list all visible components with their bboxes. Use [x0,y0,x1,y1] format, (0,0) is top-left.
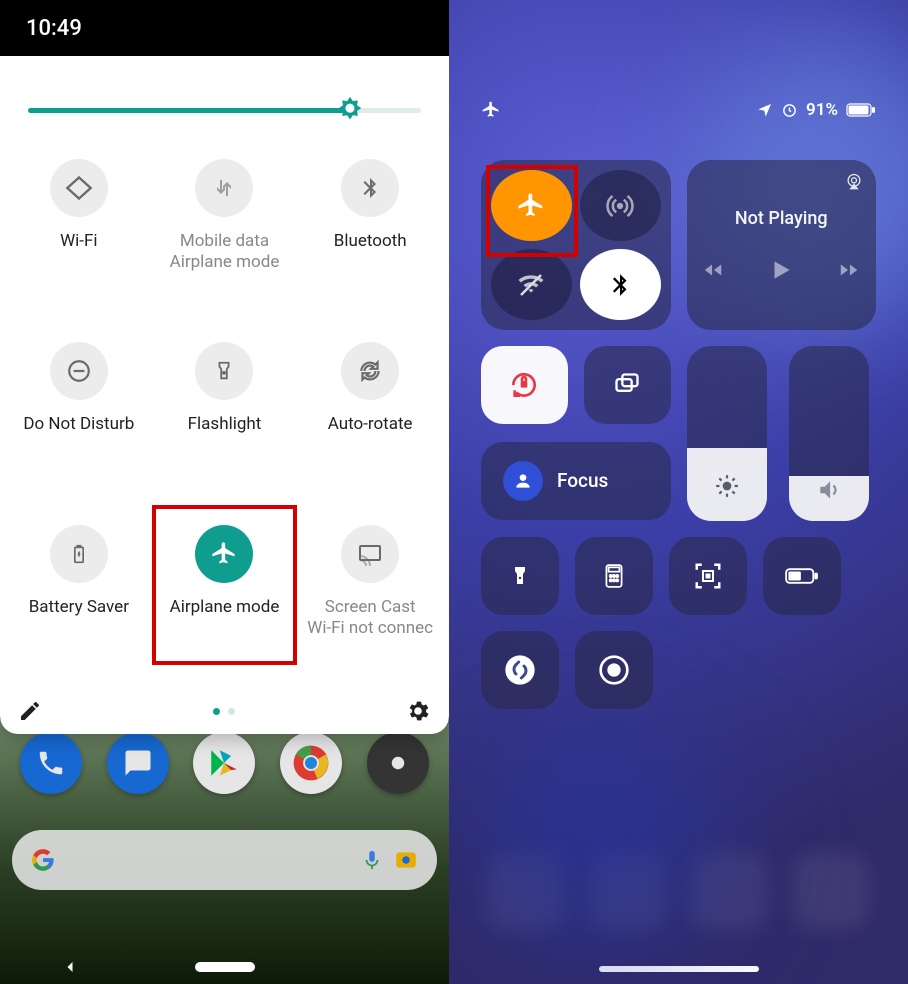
tile-label: Battery Saver [29,597,129,618]
focus-person-icon [513,471,533,491]
flashlight-icon [213,358,235,384]
android-homescreen [0,720,449,984]
cast-icon [356,542,384,566]
volume-slider[interactable] [789,346,869,521]
home-indicator[interactable] [599,966,759,972]
low-power-toggle[interactable] [763,537,841,615]
brightness-slider[interactable] [0,100,449,143]
dnd-tile[interactable]: Do Not Disturb [6,326,152,486]
prev-track-icon[interactable] [702,259,724,281]
focus-toggle[interactable]: Focus [481,442,671,520]
media-module[interactable]: Not Playing [687,160,877,330]
flashlight-toggle[interactable] [481,537,559,615]
wifi-off-icon [516,270,546,300]
wifi-toggle[interactable] [491,249,572,320]
tile-label: Wi-Fi [60,231,97,252]
bluetooth-tile[interactable]: Bluetooth [297,143,443,303]
rotate-icon [357,358,383,384]
volume-icon [816,477,842,503]
bluetooth-icon [358,176,382,200]
tile-label: Screen Cast [325,597,416,618]
tile-label: Mobile data [180,231,269,252]
wifi-tile[interactable]: Wi-Fi [6,143,152,303]
phone-app-icon[interactable] [20,732,82,794]
play-icon[interactable] [768,257,794,283]
qr-scanner-button[interactable] [669,537,747,615]
back-button[interactable] [60,957,80,977]
status-time: 10:49 [26,16,82,41]
mic-icon[interactable] [361,846,383,874]
focus-label: Focus [557,469,608,492]
bluetooth-toggle[interactable] [580,249,661,320]
low-power-icon [785,567,819,585]
dnd-icon [66,358,92,384]
lens-icon[interactable] [393,847,419,873]
wifi-icon [65,174,93,202]
qr-icon [693,561,723,591]
settings-gear-icon[interactable] [405,698,431,724]
battery-percentage: 91% [806,100,838,120]
android-screenshot: 10:49 [0,0,449,984]
camera-app-icon[interactable] [367,732,429,794]
autorotate-tile[interactable]: Auto-rotate [297,326,443,486]
mirroring-icon [611,371,643,399]
media-title: Not Playing [735,208,828,229]
ios-screenshot: 91% [449,0,908,984]
airplane-status-icon [481,100,501,120]
play-store-app-icon[interactable] [193,732,255,794]
chrome-app-icon[interactable] [280,732,342,794]
tile-label: Bluetooth [334,231,407,252]
flashlight-tile[interactable]: Flashlight [152,326,298,486]
bluetooth-icon [607,272,633,298]
calculator-icon [601,561,627,591]
battery-icon [846,103,876,117]
connectivity-module[interactable] [481,160,671,330]
orientation-lock-icon [508,369,540,401]
airplay-icon[interactable] [844,172,864,192]
google-search-bar[interactable] [12,830,437,890]
location-icon [757,102,773,118]
brightness-icon [714,473,740,499]
tile-label: Do Not Disturb [23,414,134,435]
airplane-icon [210,540,238,568]
page-indicator [213,708,235,715]
screen-record-button[interactable] [575,631,653,709]
battery-saver-tile[interactable]: Battery Saver [6,509,152,669]
tile-label: Flashlight [188,414,262,435]
messages-app-icon[interactable] [107,732,169,794]
shazam-button[interactable] [481,631,559,709]
tile-sublabel: Airplane mode [170,252,280,272]
orientation-lock-toggle[interactable] [481,346,568,424]
data-arrows-icon [212,176,236,200]
shazam-icon [504,654,536,686]
android-statusbar: 10:49 [0,0,449,56]
flashlight-icon [508,561,532,591]
home-button[interactable] [195,962,255,972]
record-icon [598,654,630,686]
cellular-toggle[interactable] [580,170,661,241]
mobile-data-tile[interactable]: Mobile data Airplane mode [152,143,298,303]
next-track-icon[interactable] [838,259,860,281]
screen-mirroring-toggle[interactable] [584,346,671,424]
android-navbar [0,950,449,984]
edit-icon[interactable] [18,699,42,723]
airplane-icon [516,191,546,221]
ios-statusbar: 91% [481,100,876,120]
google-logo-icon [30,847,56,873]
tile-label: Airplane mode [170,597,280,618]
quick-settings-panel: Wi-Fi Mobile data Airplane mode Bluetoot… [0,56,449,734]
tile-label: Auto-rotate [328,414,413,435]
orientation-lock-status-icon [781,102,798,119]
screen-cast-tile[interactable]: Screen Cast Wi-Fi not connec [297,509,443,669]
airplane-mode-tile[interactable]: Airplane mode [152,505,298,665]
brightness-thumb-icon[interactable] [333,94,367,128]
tile-sublabel: Wi-Fi not connec [307,618,433,638]
calculator-button[interactable] [575,537,653,615]
battery-icon [69,541,89,567]
airplane-mode-toggle[interactable] [491,170,572,241]
antenna-icon [605,191,635,221]
brightness-slider[interactable] [687,346,767,521]
